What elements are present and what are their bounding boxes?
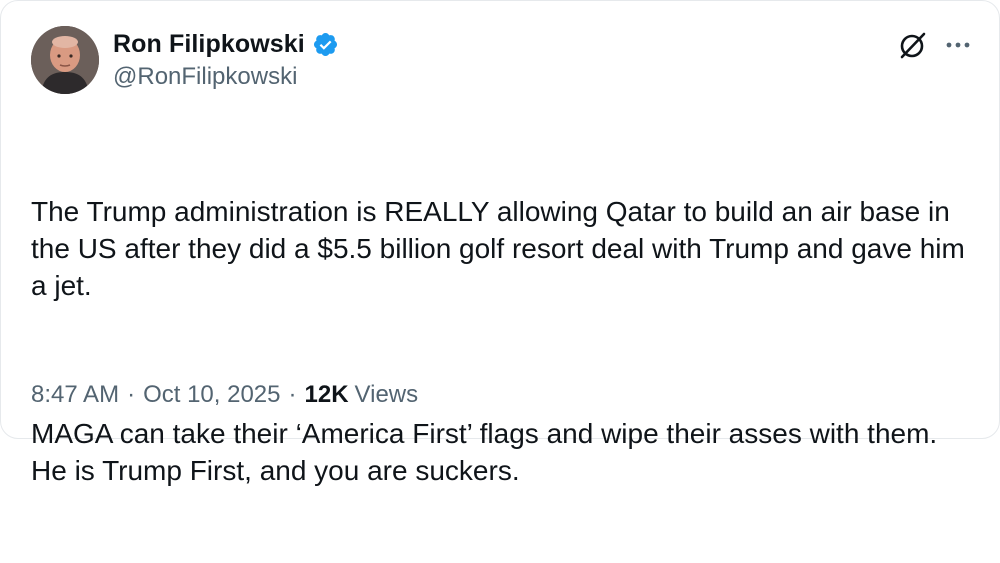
views-label: Views bbox=[354, 381, 419, 408]
avatar-photo bbox=[31, 26, 99, 94]
display-name[interactable]: Ron Filipkowski bbox=[113, 30, 305, 59]
verified-badge-icon[interactable] bbox=[312, 31, 339, 58]
tweet-paragraph: MAGA can take their ‘America First’ flag… bbox=[31, 418, 945, 486]
grok-icon[interactable] bbox=[897, 29, 929, 61]
avatar[interactable] bbox=[31, 26, 99, 94]
more-icon[interactable] bbox=[943, 30, 973, 60]
tweet-paragraph: The Trump administration is REALLY allow… bbox=[31, 196, 973, 301]
tweet-time[interactable]: 8:47 AM bbox=[31, 381, 119, 409]
name-row: Ron Filipkowski bbox=[113, 29, 339, 59]
meta-separator: · bbox=[127, 381, 136, 408]
meta-separator: · bbox=[288, 381, 297, 408]
views-count: 12K bbox=[304, 381, 349, 408]
tweet-date[interactable]: Oct 10, 2025 bbox=[143, 381, 280, 409]
top-actions bbox=[897, 29, 973, 61]
handle[interactable]: @RonFilipkowski bbox=[113, 63, 339, 91]
tweet-text: The Trump administration is REALLY allow… bbox=[31, 119, 971, 563]
author-block: Ron Filipkowski @RonFilipkowski bbox=[113, 29, 339, 91]
tweet-meta: 8:47 AM · Oct 10, 2025 · 12K Views bbox=[31, 381, 418, 409]
tweet-card: Ron Filipkowski @RonFilipkowski The Trum… bbox=[0, 0, 1000, 486]
